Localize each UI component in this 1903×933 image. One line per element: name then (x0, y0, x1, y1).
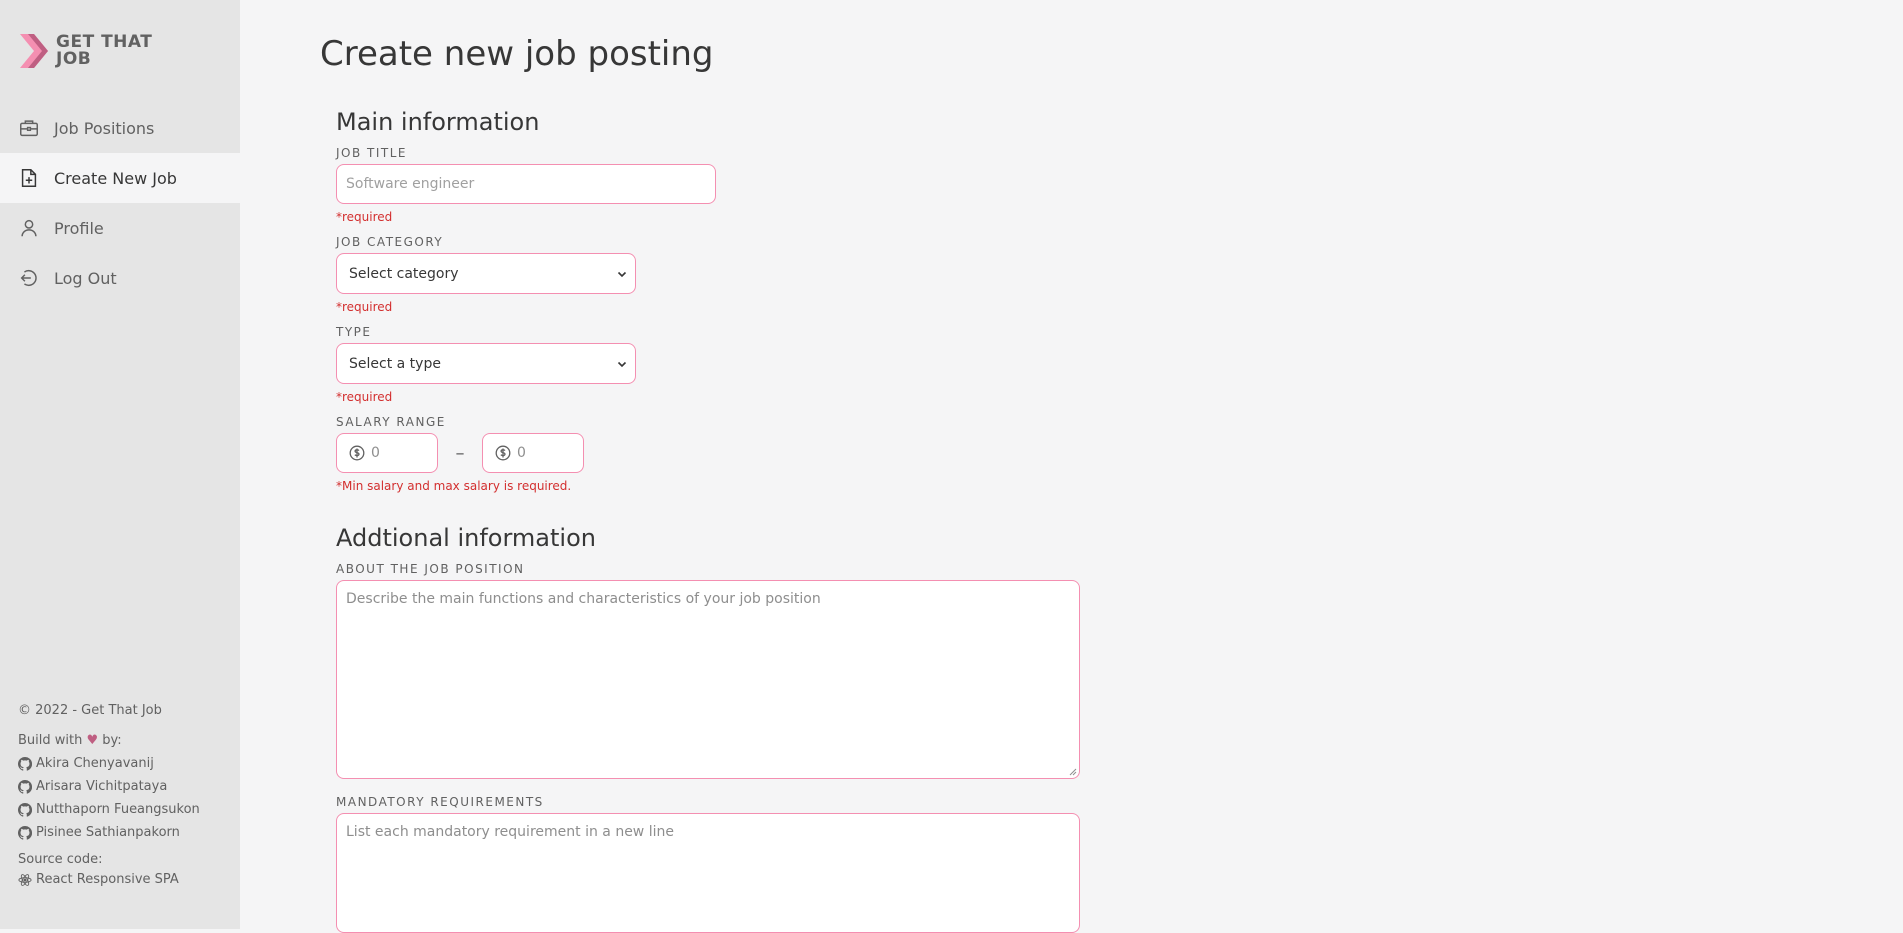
about-job-textarea[interactable]: Describe the main functions and characte… (336, 580, 1080, 779)
github-icon (18, 802, 32, 817)
chevron-down-icon (617, 361, 627, 367)
user-icon (21, 219, 37, 237)
mandatory-requirements-placeholder: List each mandatory requirement in a new… (346, 824, 674, 840)
author-name: Nutthaporn Fueangsukon (36, 802, 200, 817)
source-code-link-label: React Responsive SPA (36, 872, 179, 887)
resize-handle-icon[interactable] (1067, 766, 1077, 776)
logout-icon (20, 269, 37, 287)
job-category-label: JOB CATEGORY (336, 235, 444, 249)
briefcase-icon (20, 120, 38, 137)
max-salary-input[interactable]: 0 (482, 433, 584, 473)
author-link[interactable]: Arisara Vichitpataya (18, 775, 200, 798)
job-title-input[interactable]: Software engineer (336, 164, 716, 204)
react-icon (18, 873, 32, 886)
logo-line-2: JOB (56, 49, 92, 69)
max-salary-placeholder: 0 (517, 445, 526, 461)
dollar-circle-icon (349, 445, 365, 461)
salary-range-label: SALARY RANGE (336, 415, 446, 429)
job-title-placeholder: Software engineer (346, 176, 475, 192)
salary-separator: – (455, 442, 465, 464)
app-logo[interactable]: GET THAT JOB (20, 34, 152, 68)
sidebar-item-log-out[interactable]: Log Out (0, 253, 240, 303)
job-category-value: Select category (349, 265, 459, 282)
built-with-line: Build with ♥ by: (18, 733, 200, 748)
job-posting-form: Main information JOB TITLE Software engi… (336, 108, 1096, 933)
sidebar-item-create-new-job[interactable]: Create New Job (0, 153, 240, 203)
min-salary-placeholder: 0 (371, 445, 380, 461)
source-code-label: Source code: (18, 852, 103, 867)
chevron-down-icon (617, 271, 627, 277)
mandatory-requirements-label: MANDATORY REQUIREMENTS (336, 795, 544, 809)
page-title: Create new job posting (320, 34, 714, 74)
job-title-error: *required (336, 210, 393, 224)
github-icon (18, 825, 32, 840)
additional-information-heading: Addtional information (336, 524, 596, 552)
job-category-select[interactable]: Select category (336, 253, 636, 294)
author-link[interactable]: Pisinee Sathianpakorn (18, 821, 200, 844)
author-name: Akira Chenyavanij (36, 756, 154, 771)
sidebar-item-label: Job Positions (54, 118, 155, 138)
about-job-label: ABOUT THE JOB POSITION (336, 562, 525, 576)
logo-wordmark: GET THAT JOB (56, 34, 152, 68)
built-with-prefix: Build with (18, 733, 83, 748)
type-label: TYPE (336, 325, 372, 339)
type-value: Select a type (349, 355, 441, 372)
github-icon (18, 779, 32, 794)
sidebar: GET THAT JOB Job Positions Create New Jo… (0, 0, 240, 929)
job-category-error: *required (336, 300, 393, 314)
built-with-suffix: by: (102, 733, 122, 748)
author-link[interactable]: Akira Chenyavanij (18, 752, 200, 775)
sidebar-nav: Job Positions Create New Job Profile Log… (0, 103, 240, 303)
sidebar-item-label: Profile (54, 218, 104, 238)
author-link[interactable]: Nutthaporn Fueangsukon (18, 798, 200, 821)
salary-error: *Min salary and max salary is required. (336, 479, 572, 493)
about-job-placeholder: Describe the main functions and characte… (346, 591, 821, 607)
sidebar-item-profile[interactable]: Profile (0, 203, 240, 253)
copyright-text: © 2022 - Get That Job (18, 703, 162, 718)
type-error: *required (336, 390, 393, 404)
sidebar-item-label: Log Out (54, 268, 117, 288)
dollar-circle-icon (495, 445, 511, 461)
sidebar-item-job-positions[interactable]: Job Positions (0, 103, 240, 153)
github-icon (18, 756, 32, 771)
job-title-label: JOB TITLE (336, 146, 407, 160)
source-code-link[interactable]: React Responsive SPA (18, 872, 200, 887)
sidebar-item-label: Create New Job (54, 168, 177, 188)
mandatory-requirements-textarea[interactable]: List each mandatory requirement in a new… (336, 813, 1080, 933)
author-name: Arisara Vichitpataya (36, 779, 168, 794)
min-salary-input[interactable]: 0 (336, 433, 438, 473)
heart-icon: ♥ (86, 733, 99, 748)
author-name: Pisinee Sathianpakorn (36, 825, 180, 840)
file-plus-icon (21, 169, 37, 187)
main-information-heading: Main information (336, 108, 540, 136)
salary-range-row: 0 – 0 (336, 433, 1096, 473)
sidebar-footer: © 2022 - Get That Job Build with ♥ by: A… (18, 703, 200, 887)
type-select[interactable]: Select a type (336, 343, 636, 384)
logo-chevron-icon (20, 34, 48, 68)
